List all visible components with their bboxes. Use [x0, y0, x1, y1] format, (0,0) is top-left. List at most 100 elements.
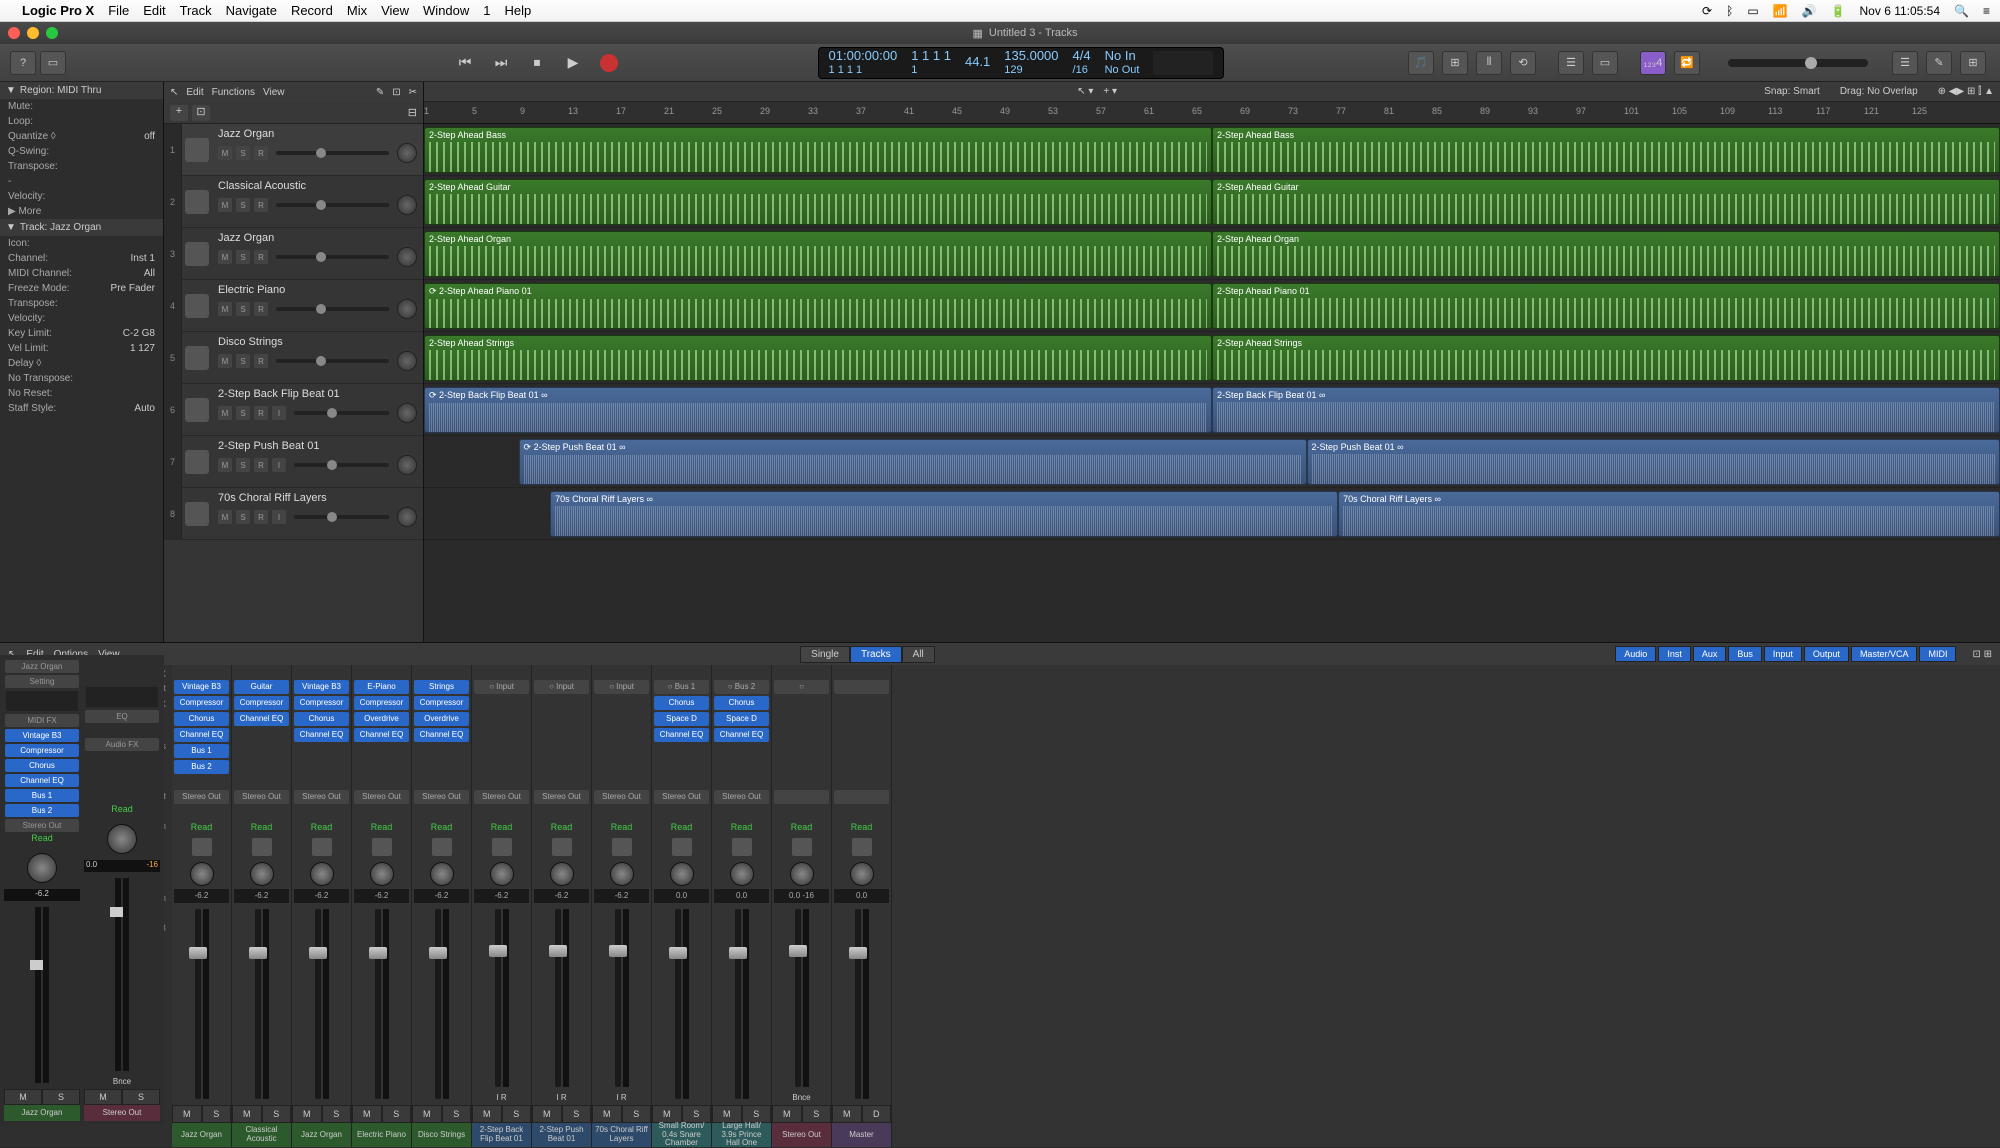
channel-fx-slot[interactable] — [474, 712, 529, 726]
channel-fader[interactable] — [255, 909, 261, 1099]
channel-automation[interactable]: Read — [472, 819, 531, 835]
strip-fx2[interactable]: Channel EQ — [5, 774, 79, 787]
region[interactable]: 70s Choral Riff Layers ∞ — [550, 491, 1338, 537]
lcd-display[interactable]: 01:00:00:001 1 1 1 1 1 1 11 44.1 135.000… — [818, 47, 1225, 79]
lcd-sig2[interactable]: /16 — [1073, 64, 1091, 76]
lcd-position[interactable]: 01:00:00:00 — [829, 49, 898, 63]
channel-icon[interactable] — [292, 835, 351, 859]
track-rec[interactable]: R — [254, 510, 268, 524]
channel-output[interactable]: Stereo Out — [294, 790, 349, 804]
strip2-eq[interactable]: EQ — [85, 710, 159, 723]
mixer-filter[interactable]: Aux — [1693, 646, 1727, 662]
track-icon[interactable] — [182, 124, 212, 175]
channel-fader[interactable] — [615, 909, 621, 1087]
menu-file[interactable]: File — [108, 3, 129, 18]
track-volume[interactable] — [294, 411, 389, 415]
inspector-row[interactable]: MIDI Channel:All — [0, 266, 163, 281]
channel-send-slot[interactable] — [234, 744, 289, 758]
region-area[interactable]: 2-Step Ahead Bass2-Step Ahead Bass2-Step… — [424, 124, 2000, 540]
track-volume[interactable] — [276, 151, 389, 155]
mixer-filter[interactable]: Master/VCA — [1851, 646, 1918, 662]
track-solo[interactable]: S — [236, 354, 250, 368]
channel-output[interactable] — [774, 790, 829, 804]
track-mute[interactable]: M — [218, 510, 232, 524]
mixer-filter[interactable]: Audio — [1615, 646, 1656, 662]
channel-pan[interactable] — [172, 859, 231, 889]
channel-mute[interactable]: M — [172, 1105, 202, 1123]
volume-icon[interactable]: 🔊 — [1802, 4, 1817, 18]
channel-pan[interactable] — [352, 859, 411, 889]
forward-button[interactable]: ⏭ — [486, 50, 516, 76]
channel-solo[interactable]: S — [262, 1105, 292, 1123]
inspector-row[interactable]: Transpose: — [0, 159, 163, 174]
channel-automation[interactable]: Read — [772, 819, 831, 835]
channel-send-slot[interactable] — [294, 744, 349, 758]
track-icon[interactable] — [182, 436, 212, 487]
channel-mute[interactable]: M — [412, 1105, 442, 1123]
inspector-region-header[interactable]: ▼ Region: MIDI Thru — [0, 82, 163, 99]
tl-view[interactable]: View — [263, 87, 285, 98]
channel-ir[interactable]: I R — [592, 1093, 651, 1105]
channel-fx-slot[interactable]: Chorus — [714, 696, 769, 710]
snap-value[interactable]: Smart — [1793, 86, 1820, 97]
zoom-button[interactable] — [46, 27, 58, 39]
track-icon[interactable] — [182, 176, 212, 227]
lcd-out[interactable]: No Out — [1105, 64, 1140, 76]
inspector-track-header[interactable]: ▼ Track: Jazz Organ — [0, 219, 163, 236]
menubar-clock[interactable]: Nov 6 11:05:54 — [1860, 4, 1941, 18]
track-pan[interactable] — [397, 455, 417, 475]
channel-fx-slot[interactable] — [774, 728, 829, 742]
channel-pan[interactable] — [592, 859, 651, 889]
channel-send-slot[interactable] — [714, 744, 769, 758]
tl-arrow-icon[interactable]: ↖ — [170, 87, 178, 98]
track-pan[interactable] — [397, 403, 417, 423]
track-rec[interactable]: R — [254, 458, 268, 472]
sync-button[interactable]: ⟲ — [1510, 51, 1536, 75]
channel-fx-slot[interactable]: Overdrive — [354, 712, 409, 726]
channel-fx-slot[interactable] — [474, 696, 529, 710]
inspector-button[interactable]: ▭ — [40, 51, 66, 75]
minimize-button[interactable] — [27, 27, 39, 39]
master-volume[interactable] — [1728, 59, 1868, 67]
channel-fx-slot[interactable]: Channel EQ — [234, 712, 289, 726]
channel-send-slot[interactable] — [354, 744, 409, 758]
region[interactable]: 2-Step Back Flip Beat 01 ∞ — [1212, 387, 2000, 433]
channel-fader[interactable] — [315, 909, 321, 1099]
browser-button[interactable]: ⊞ — [1960, 51, 1986, 75]
tl-tool1-icon[interactable]: ✎ — [376, 87, 384, 98]
rewind-button[interactable]: ⏮ — [450, 50, 480, 76]
channel-fader[interactable] — [675, 909, 681, 1099]
track-rec[interactable]: R — [254, 302, 268, 316]
track-icon[interactable] — [182, 280, 212, 331]
strip-auto[interactable]: Read — [4, 833, 80, 847]
channel-icon[interactable] — [232, 835, 291, 859]
loop-button[interactable]: 🔁 — [1674, 51, 1700, 75]
strip-solo[interactable]: S — [42, 1089, 80, 1105]
menu-icon[interactable]: ≡ — [1983, 4, 1990, 18]
channel-pan[interactable] — [652, 859, 711, 889]
strip-midifx[interactable]: MIDI FX — [5, 714, 79, 727]
channel-input[interactable]: ○ Bus 2 — [714, 680, 769, 694]
arrange-tool-icons[interactable]: ⊕ ◀▶ ⊞ ⫿ ▲ — [1938, 86, 1994, 97]
mixer-tab-all[interactable]: All — [902, 646, 935, 663]
menu-help[interactable]: Help — [505, 3, 532, 18]
track-header[interactable]: 8 70s Choral Riff Layers M S R I — [164, 488, 423, 540]
channel-solo[interactable]: D — [862, 1105, 892, 1123]
channel-input[interactable]: Guitar — [234, 680, 289, 694]
track-input[interactable]: I — [272, 458, 286, 472]
strip2-bnce[interactable]: Bnce — [84, 1077, 160, 1089]
track-pan[interactable] — [397, 507, 417, 527]
channel-output[interactable]: Stereo Out — [474, 790, 529, 804]
channel-fx-slot[interactable]: Space D — [714, 712, 769, 726]
mixer-filter[interactable]: Inst — [1658, 646, 1691, 662]
mixer-filter[interactable]: MIDI — [1919, 646, 1956, 662]
channel-pan[interactable] — [232, 859, 291, 889]
track-rec[interactable]: R — [254, 250, 268, 264]
menu-record[interactable]: Record — [291, 3, 333, 18]
track-mute[interactable]: M — [218, 146, 232, 160]
channel-fx-slot[interactable]: Space D — [654, 712, 709, 726]
channel-send-slot[interactable] — [474, 760, 529, 774]
region[interactable]: ⟳ 2-Step Ahead Piano 01 — [424, 283, 1212, 329]
region[interactable]: 2-Step Ahead Bass — [424, 127, 1212, 173]
track-mute[interactable]: M — [218, 458, 232, 472]
